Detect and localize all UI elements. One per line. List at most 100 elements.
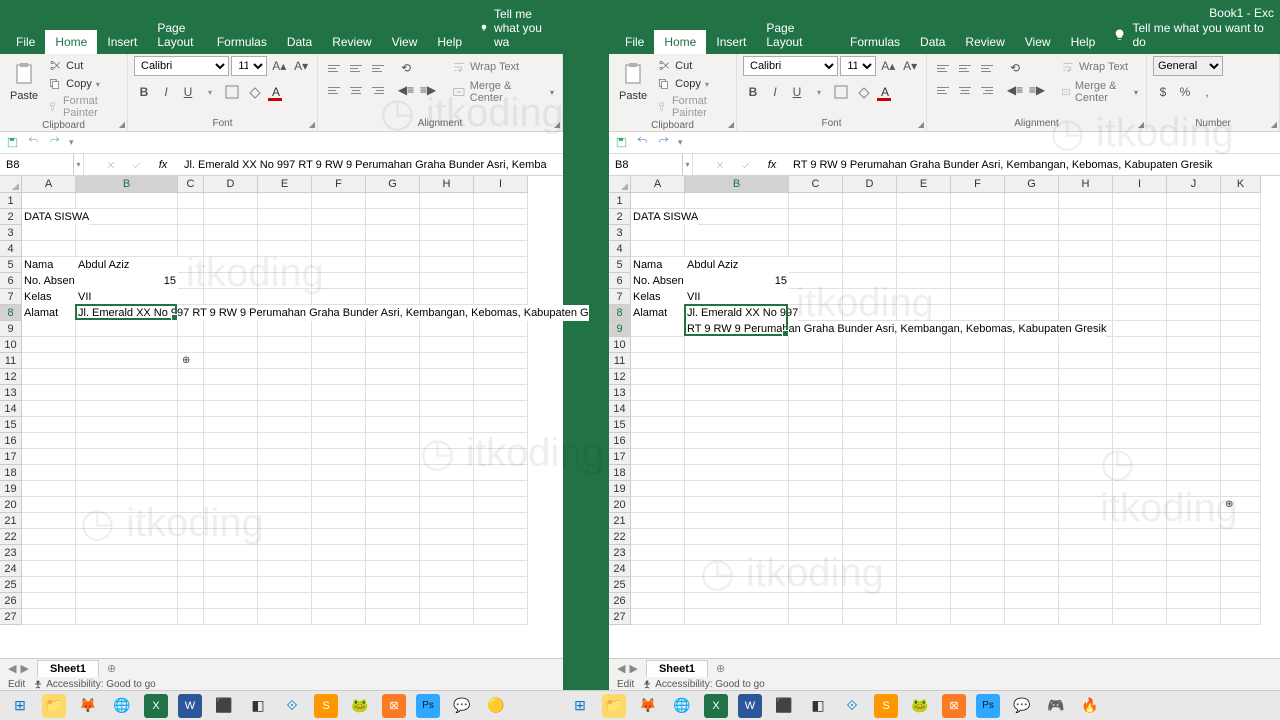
align-right-button[interactable] bbox=[368, 80, 388, 100]
increase-indent-button[interactable]: ≡▶ bbox=[1027, 80, 1047, 100]
column-header[interactable]: D bbox=[204, 176, 258, 193]
format-painter-button[interactable]: Format Painter bbox=[46, 94, 121, 120]
orientation-button[interactable]: ⟲ bbox=[1005, 58, 1025, 78]
name-box[interactable]: B8 bbox=[0, 154, 74, 175]
cell[interactable]: VII bbox=[76, 289, 178, 305]
accounting-format-button[interactable]: $ bbox=[1153, 82, 1173, 102]
row-header[interactable]: 3 bbox=[0, 225, 22, 241]
decrease-font-icon[interactable]: A▾ bbox=[900, 56, 920, 76]
row-header[interactable]: 22 bbox=[609, 529, 631, 545]
font-launcher-icon[interactable]: ◢ bbox=[309, 120, 315, 129]
chrome-canary-icon[interactable]: 🟡 bbox=[484, 694, 508, 718]
row-header[interactable]: 11 bbox=[609, 353, 631, 369]
column-header[interactable]: D bbox=[843, 176, 897, 193]
fx-button[interactable]: fx bbox=[759, 154, 785, 175]
row-header[interactable]: 8 bbox=[609, 305, 631, 321]
row-header[interactable]: 15 bbox=[609, 417, 631, 433]
row-header[interactable]: 20 bbox=[0, 497, 22, 513]
clipboard-launcher-icon[interactable]: ◢ bbox=[728, 120, 734, 129]
row-header[interactable]: 10 bbox=[609, 337, 631, 353]
align-right-button[interactable] bbox=[977, 80, 997, 100]
app-icon[interactable]: ◧ bbox=[246, 694, 270, 718]
row-header[interactable]: 13 bbox=[609, 385, 631, 401]
row-header[interactable]: 18 bbox=[0, 465, 22, 481]
row-header[interactable]: 19 bbox=[0, 481, 22, 497]
redo-icon[interactable] bbox=[657, 136, 670, 149]
undo-icon[interactable] bbox=[636, 136, 649, 149]
row-header[interactable]: 12 bbox=[609, 369, 631, 385]
row-header[interactable]: 1 bbox=[0, 193, 22, 209]
row-header[interactable]: 17 bbox=[0, 449, 22, 465]
row-header[interactable]: 23 bbox=[0, 545, 22, 561]
cell[interactable]: Jl. Emerald XX No 997 RT 9 RW 9 Perumaha… bbox=[76, 305, 589, 321]
cell[interactable]: Abdul Aziz bbox=[76, 257, 178, 273]
row-header[interactable]: 23 bbox=[609, 545, 631, 561]
tab-view[interactable]: View bbox=[382, 30, 428, 54]
tab-help[interactable]: Help bbox=[427, 30, 472, 54]
row-header[interactable]: 27 bbox=[609, 609, 631, 625]
row-header[interactable]: 21 bbox=[609, 513, 631, 529]
tab-formulas[interactable]: Formulas bbox=[207, 30, 277, 54]
row-header[interactable]: 14 bbox=[0, 401, 22, 417]
paste-button[interactable]: Paste bbox=[615, 58, 651, 104]
column-header[interactable]: J bbox=[1167, 176, 1221, 193]
column-header[interactable]: E bbox=[897, 176, 951, 193]
wrap-text-button[interactable]: Wrap Text bbox=[1059, 58, 1140, 76]
comma-format-button[interactable]: , bbox=[1197, 82, 1217, 102]
paste-button[interactable]: Paste bbox=[6, 58, 42, 104]
row-header[interactable]: 19 bbox=[609, 481, 631, 497]
add-sheet-button[interactable]: ⊕ bbox=[99, 662, 124, 675]
tab-formulas[interactable]: Formulas bbox=[840, 30, 910, 54]
font-color-button[interactable]: A bbox=[875, 82, 895, 102]
underline-dd-icon[interactable]: ▾ bbox=[809, 82, 829, 102]
row-header[interactable]: 27 bbox=[0, 609, 22, 625]
column-header[interactable]: F bbox=[951, 176, 1005, 193]
tab-page-layout[interactable]: Page Layout bbox=[147, 16, 206, 54]
row-header[interactable]: 2 bbox=[0, 209, 22, 225]
column-header[interactable]: I bbox=[474, 176, 528, 193]
row-header[interactable]: 9 bbox=[0, 321, 22, 337]
firefox-icon[interactable]: 🦊 bbox=[76, 694, 100, 718]
row-header[interactable]: 4 bbox=[0, 241, 22, 257]
border-button[interactable] bbox=[222, 82, 242, 102]
font-name-select[interactable]: Calibri bbox=[743, 56, 838, 76]
tab-view[interactable]: View bbox=[1015, 30, 1061, 54]
enter-button[interactable] bbox=[733, 154, 759, 175]
align-top-button[interactable] bbox=[324, 58, 344, 78]
row-header[interactable]: 18 bbox=[609, 465, 631, 481]
column-header[interactable]: F bbox=[312, 176, 366, 193]
word-icon[interactable]: W bbox=[738, 694, 762, 718]
sheet-nav-next-icon[interactable]: ▶ bbox=[20, 662, 28, 675]
decrease-font-icon[interactable]: A▾ bbox=[291, 56, 311, 76]
underline-button[interactable]: U bbox=[787, 82, 807, 102]
photoshop-icon[interactable]: Ps bbox=[976, 694, 1000, 718]
row-header[interactable]: 8 bbox=[0, 305, 22, 321]
column-header[interactable]: K bbox=[1221, 176, 1261, 193]
copy-button[interactable]: Copy▾ bbox=[46, 76, 121, 92]
column-header[interactable]: C bbox=[789, 176, 843, 193]
font-launcher-icon[interactable]: ◢ bbox=[918, 120, 924, 129]
sublime-icon[interactable]: S bbox=[314, 694, 338, 718]
alignment-launcher-icon[interactable]: ◢ bbox=[554, 120, 560, 129]
xampp-icon[interactable]: ⊠ bbox=[382, 694, 406, 718]
name-box-dropdown-icon[interactable]: ▾ bbox=[683, 154, 693, 175]
firefox-icon[interactable]: 🦊 bbox=[636, 694, 660, 718]
xampp-icon[interactable]: ⊠ bbox=[942, 694, 966, 718]
bold-button[interactable]: B bbox=[743, 82, 763, 102]
sheet-nav-prev-icon[interactable]: ◀ bbox=[8, 662, 16, 675]
border-button[interactable] bbox=[831, 82, 851, 102]
cut-button[interactable]: Cut bbox=[46, 58, 121, 74]
tab-data[interactable]: Data bbox=[910, 30, 955, 54]
column-header[interactable]: B bbox=[685, 176, 789, 193]
align-top-button[interactable] bbox=[933, 58, 953, 78]
column-header[interactable]: G bbox=[1005, 176, 1059, 193]
tab-file[interactable]: File bbox=[6, 30, 45, 54]
name-box-dropdown-icon[interactable]: ▾ bbox=[74, 154, 84, 175]
tab-review[interactable]: Review bbox=[955, 30, 1014, 54]
increase-font-icon[interactable]: A▴ bbox=[878, 56, 898, 76]
start-button[interactable]: ⊞ bbox=[568, 694, 592, 718]
sublime-icon[interactable]: S bbox=[874, 694, 898, 718]
row-header[interactable]: 12 bbox=[0, 369, 22, 385]
row-header[interactable]: 25 bbox=[609, 577, 631, 593]
align-bottom-button[interactable] bbox=[368, 58, 388, 78]
